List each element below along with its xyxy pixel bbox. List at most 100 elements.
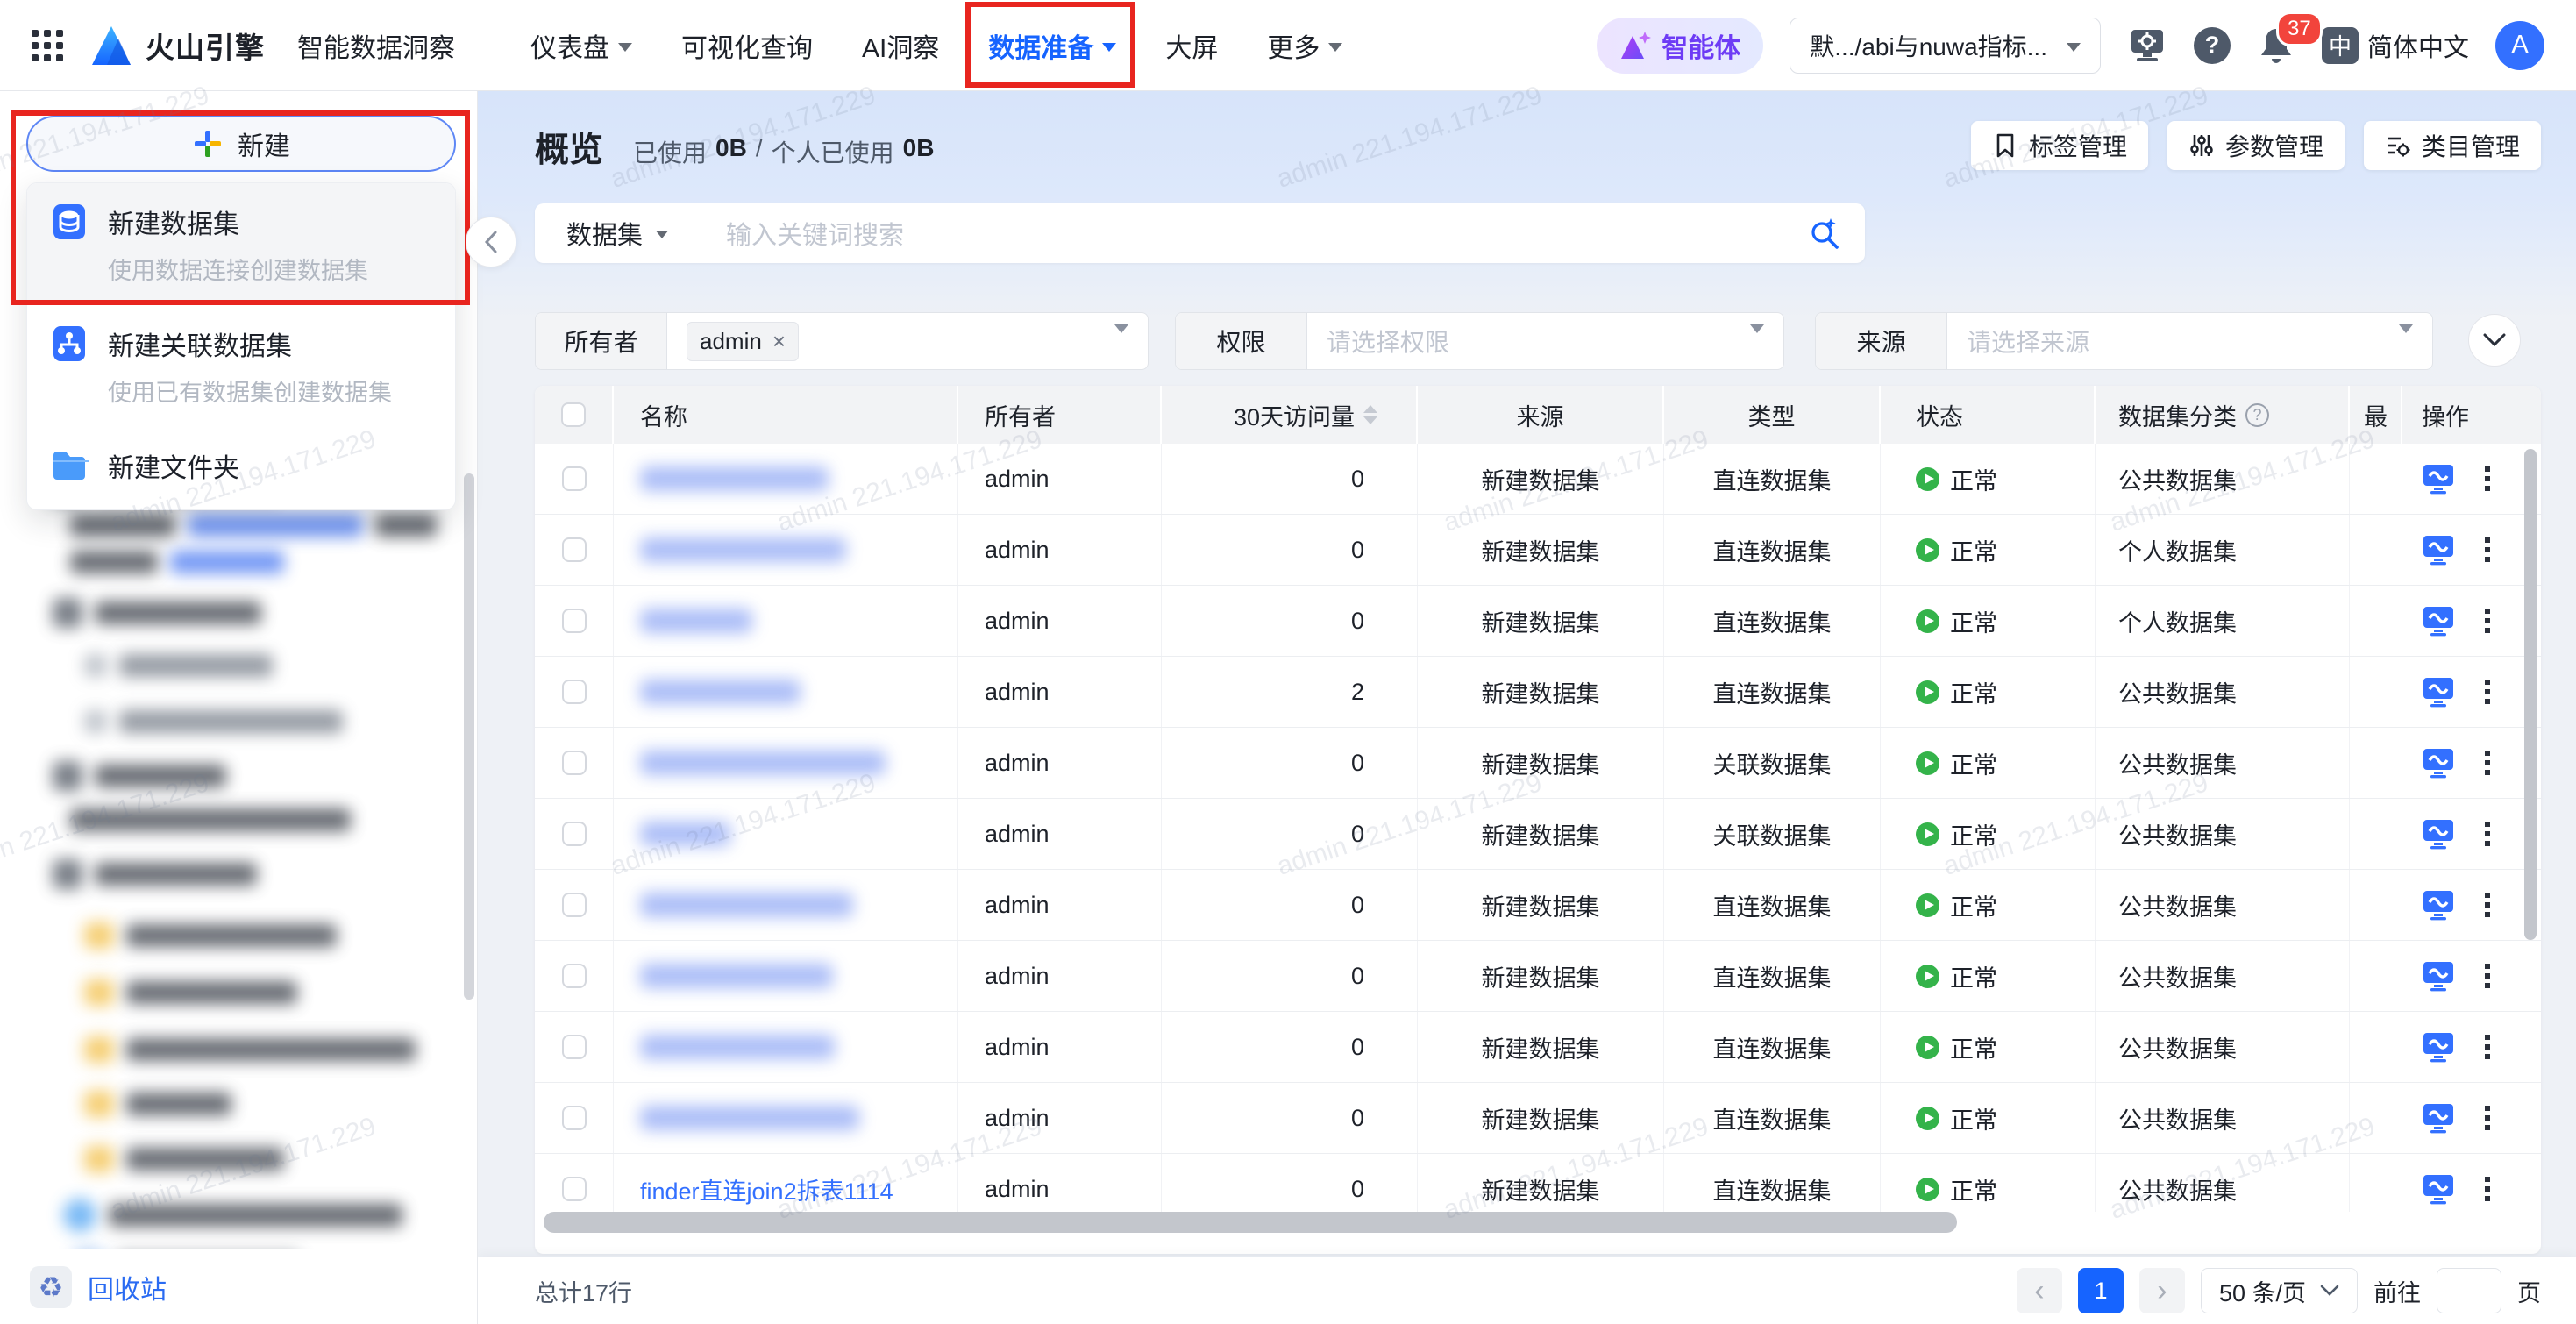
- goto-page-input[interactable]: [2437, 1268, 2501, 1313]
- current-page-button[interactable]: 1: [2078, 1268, 2124, 1313]
- table-row[interactable]: admin 0 新建数据集 直连数据集 正常 个人数据集: [535, 515, 2541, 586]
- nav-item-ai-insight[interactable]: AI洞察: [862, 26, 939, 65]
- search-input[interactable]: 输入关键词搜索: [701, 215, 1807, 252]
- sidebar-scrollbar[interactable]: [464, 473, 474, 1000]
- sidebar-item-redacted[interactable]: [63, 1199, 402, 1232]
- row-checkbox[interactable]: [562, 609, 587, 633]
- sidebar-folder-redacted[interactable]: [84, 979, 297, 1006]
- nav-item-dashboard[interactable]: 仪表盘: [530, 26, 632, 65]
- table-row[interactable]: admin 0 新建数据集 关联数据集 正常 公共数据集: [535, 728, 2541, 799]
- owner-filter[interactable]: 所有者 admin×: [535, 312, 1149, 370]
- info-icon[interactable]: ?: [2245, 403, 2269, 427]
- param-manage-button[interactable]: 参数管理: [2167, 121, 2345, 170]
- table-row[interactable]: admin 0 新建数据集 直连数据集 正常 公共数据集: [535, 1012, 2541, 1083]
- sidebar-item-redacted[interactable]: [70, 808, 351, 831]
- table-row[interactable]: admin 0 新建数据集 直连数据集 正常 公共数据集: [535, 941, 2541, 1012]
- more-actions-icon[interactable]: [2485, 466, 2490, 491]
- row-checkbox[interactable]: [562, 1177, 587, 1201]
- nav-item-visual-query[interactable]: 可视化查询: [681, 26, 813, 65]
- more-actions-icon[interactable]: [2485, 680, 2490, 704]
- row-checkbox[interactable]: [562, 964, 587, 988]
- dashboard-icon[interactable]: [2422, 1173, 2455, 1205]
- dashboard-icon[interactable]: [2422, 818, 2455, 850]
- table-row[interactable]: admin 0 新建数据集 直连数据集 正常 公共数据集: [535, 870, 2541, 941]
- next-page-button[interactable]: ›: [2139, 1268, 2185, 1313]
- more-actions-icon[interactable]: [2485, 1106, 2490, 1130]
- dashboard-icon[interactable]: [2422, 960, 2455, 992]
- more-actions-icon[interactable]: [2485, 537, 2490, 562]
- table-row[interactable]: admin 0 新建数据集 直连数据集 正常 公共数据集: [535, 444, 2541, 515]
- menu-item-new-linked-dataset[interactable]: 新建关联数据集 使用已有数据集创建数据集: [27, 305, 455, 427]
- tag-manage-button[interactable]: 标签管理: [1971, 121, 2148, 170]
- more-actions-icon[interactable]: [2485, 822, 2490, 846]
- search-scope-selector[interactable]: 数据集: [535, 203, 701, 263]
- sidebar-item-redacted[interactable]: [53, 761, 226, 791]
- sidebar-item-redacted[interactable]: [53, 598, 261, 628]
- nav-item-more[interactable]: 更多: [1267, 26, 1342, 65]
- more-actions-icon[interactable]: [2485, 964, 2490, 988]
- page-size-selector[interactable]: 50 条/页: [2201, 1268, 2358, 1313]
- table-row[interactable]: admin 0 新建数据集 关联数据集 正常 公共数据集: [535, 799, 2541, 870]
- user-avatar[interactable]: A: [2495, 21, 2544, 70]
- more-actions-icon[interactable]: [2485, 751, 2490, 775]
- row-checkbox[interactable]: [562, 537, 587, 562]
- sidebar-collapse-button[interactable]: [466, 217, 516, 267]
- table-row[interactable]: finder直连join2拆表1114 admin 0 新建数据集 直连数据集 …: [535, 1154, 2541, 1212]
- console-icon[interactable]: [2127, 25, 2167, 66]
- dashboard-icon[interactable]: [2422, 534, 2455, 566]
- filter-expand-button[interactable]: [2468, 314, 2521, 367]
- table-row[interactable]: admin 0 新建数据集 直连数据集 正常 个人数据集: [535, 586, 2541, 657]
- dashboard-icon[interactable]: [2422, 463, 2455, 495]
- dataset-name-link[interactable]: finder直连join2拆表1114: [640, 1172, 893, 1207]
- help-icon[interactable]: ?: [2194, 27, 2231, 64]
- row-checkbox[interactable]: [562, 466, 587, 491]
- more-actions-icon[interactable]: [2485, 893, 2490, 917]
- sidebar-item-redacted[interactable]: [84, 710, 343, 733]
- sidebar-folder-redacted[interactable]: [84, 1091, 231, 1117]
- nav-item-bigscreen[interactable]: 大屏: [1165, 26, 1218, 65]
- dashboard-icon[interactable]: [2422, 747, 2455, 779]
- language-switcher[interactable]: 中 简体中文: [2322, 27, 2469, 64]
- permission-filter[interactable]: 权限 请选择权限: [1175, 312, 1784, 370]
- ai-search-icon[interactable]: [1807, 216, 1842, 251]
- dashboard-icon[interactable]: [2422, 1102, 2455, 1134]
- table-row[interactable]: admin 0 新建数据集 直连数据集 正常 公共数据集: [535, 1083, 2541, 1154]
- prev-page-button[interactable]: ‹: [2017, 1268, 2062, 1313]
- row-checkbox[interactable]: [562, 822, 587, 846]
- sidebar-item-redacted[interactable]: [70, 551, 284, 573]
- col-visits[interactable]: 30天访问量: [1162, 386, 1418, 444]
- row-checkbox[interactable]: [562, 1106, 587, 1130]
- more-actions-icon[interactable]: [2485, 609, 2490, 633]
- dashboard-icon[interactable]: [2422, 605, 2455, 637]
- workspace-selector[interactable]: 默.../abi与nuwa指标...: [1790, 18, 2101, 74]
- sidebar-folder-redacted[interactable]: [84, 922, 337, 949]
- new-button[interactable]: 新建: [26, 116, 456, 172]
- sidebar-item-redacted[interactable]: [53, 859, 257, 889]
- horizontal-scrollbar[interactable]: [544, 1212, 1957, 1233]
- more-actions-icon[interactable]: [2485, 1177, 2490, 1201]
- row-checkbox[interactable]: [562, 893, 587, 917]
- select-all-checkbox[interactable]: [561, 402, 586, 427]
- sidebar-item-redacted[interactable]: [84, 654, 273, 677]
- menu-item-new-folder[interactable]: 新建文件夹: [27, 427, 455, 509]
- nav-item-data-preparation[interactable]: 数据准备: [988, 26, 1116, 65]
- menu-item-new-dataset[interactable]: 新建数据集 使用数据连接创建数据集: [27, 183, 455, 305]
- sidebar-folder-redacted[interactable]: [84, 1146, 284, 1172]
- agent-button[interactable]: 智能体: [1597, 18, 1763, 74]
- vertical-scrollbar[interactable]: [2524, 449, 2537, 940]
- recycle-bin[interactable]: ♻ 回收站: [0, 1249, 477, 1324]
- remove-tag-icon[interactable]: ×: [772, 328, 786, 355]
- dashboard-icon[interactable]: [2422, 676, 2455, 708]
- dashboard-icon[interactable]: [2422, 1031, 2455, 1063]
- dashboard-icon[interactable]: [2422, 889, 2455, 921]
- source-filter[interactable]: 来源 请选择来源: [1815, 312, 2433, 370]
- row-checkbox[interactable]: [562, 1035, 587, 1059]
- notification-bell-icon[interactable]: 37: [2257, 25, 2295, 66]
- row-checkbox[interactable]: [562, 680, 587, 704]
- category-manage-button[interactable]: 类目管理: [2364, 121, 2541, 170]
- sidebar-item-redacted[interactable]: [70, 514, 437, 537]
- sort-icon[interactable]: [1363, 405, 1377, 424]
- app-grid-icon[interactable]: [32, 30, 63, 61]
- row-checkbox[interactable]: [562, 751, 587, 775]
- more-actions-icon[interactable]: [2485, 1035, 2490, 1059]
